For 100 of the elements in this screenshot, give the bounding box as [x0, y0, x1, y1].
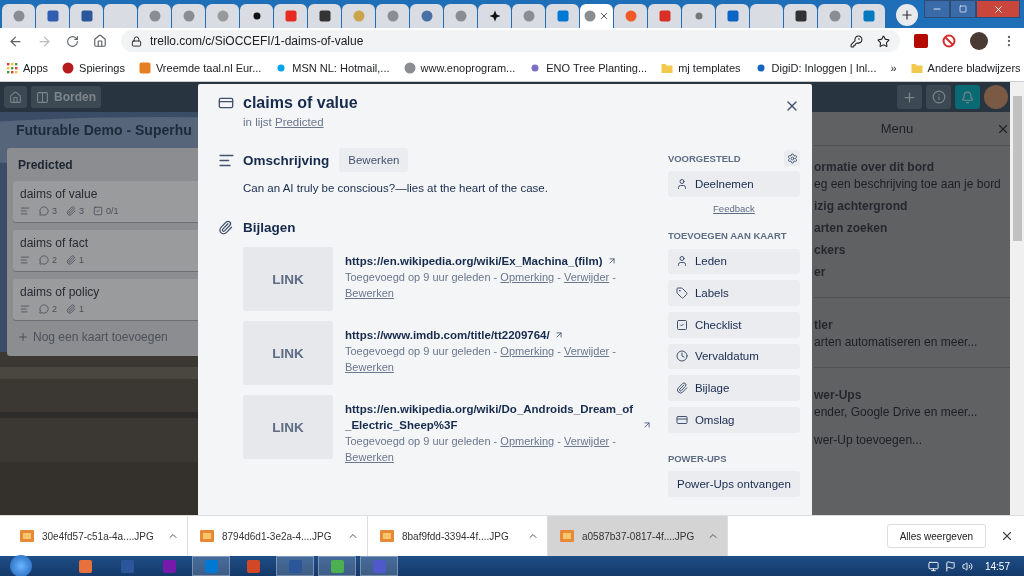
apps-grid-icon: [6, 61, 18, 74]
download-item[interactable]: a0587b37-0817-4f....JPG: [548, 515, 728, 557]
back-icon[interactable]: [8, 33, 23, 49]
info-button[interactable]: [926, 85, 951, 109]
external-link-icon[interactable]: [641, 420, 652, 430]
taskbar-app[interactable]: [318, 556, 356, 576]
attachment-action-link[interactable]: Opmerking: [500, 345, 555, 357]
taskbar-app[interactable]: [276, 556, 314, 576]
attachment-meta: Toegevoegd op 9 uur geleden - Opmerking - Verwijder - Bewerken: [345, 344, 617, 375]
close-icon[interactable]: [1000, 529, 1014, 543]
bookmark[interactable]: www.enoprogram...: [403, 61, 516, 74]
bookmark[interactable]: Vreemde taal.nl Eur...: [138, 61, 262, 74]
attachment-action-link[interactable]: Bewerken: [345, 287, 394, 299]
attachment-action-link[interactable]: Bewerken: [345, 451, 394, 463]
sidebar-button[interactable]: Checklist: [667, 311, 800, 338]
sidebar-heading: VOORGESTELD: [667, 152, 741, 164]
scrollbar[interactable]: [1010, 82, 1024, 515]
more-bookmarks[interactable]: »: [890, 61, 897, 74]
browser-tab[interactable]: [308, 4, 341, 28]
attachment-link[interactable]: https://en.wikipedia.org/wiki/Do_Androids_Dream_of_Electric_Sheep%3F: [345, 401, 638, 433]
show-all-button[interactable]: Alles weergeven: [886, 524, 986, 548]
attachments-badge: 3: [66, 206, 85, 216]
sidebar-button[interactable]: Bijlage: [667, 375, 800, 401]
attachment-action-link[interactable]: Verwijder: [563, 435, 610, 447]
address-field[interactable]: trello.com/c/SiOCCEFI/1-daims-of-value: [121, 30, 900, 52]
clock[interactable]: 14:57: [976, 560, 1024, 572]
bookmark[interactable]: DigiD: Inloggen | Inl...: [754, 61, 877, 74]
settings-icon[interactable]: [784, 150, 800, 166]
attachment-action-link[interactable]: Opmerking: [500, 271, 555, 283]
bookmark[interactable]: mj templates: [661, 61, 741, 74]
forward-icon[interactable]: [37, 33, 52, 49]
reload-icon[interactable]: [66, 34, 79, 48]
attachment-link[interactable]: https://www.imdb.com/title/tt2209764/: [345, 327, 550, 343]
taskbar-app[interactable]: [360, 556, 398, 576]
external-link-icon[interactable]: [606, 256, 617, 266]
home-icon[interactable]: [93, 34, 107, 48]
sidebar-button[interactable]: Vervaldatum: [667, 343, 800, 370]
bookmark[interactable]: Apps: [6, 61, 49, 74]
attachment-thumbnail[interactable]: LINK: [243, 247, 333, 311]
taskbar-app[interactable]: [192, 556, 230, 576]
attachment-action-link[interactable]: Verwijder: [563, 345, 610, 357]
close-icon: [992, 3, 1004, 15]
attachment-action-link[interactable]: Bewerken: [345, 361, 394, 373]
close-button[interactable]: [976, 0, 1020, 18]
bell-icon: [961, 90, 974, 104]
description-icon: [20, 255, 30, 265]
favicon-icon: [284, 10, 297, 22]
sidebar-button[interactable]: Power-Ups ontvangen: [667, 471, 800, 498]
bookmark[interactable]: MSN NL: Hotmail,...: [275, 61, 390, 74]
attachment-action-link[interactable]: Verwijder: [563, 271, 610, 283]
minimize-button[interactable]: [924, 0, 950, 18]
maximize-button[interactable]: [950, 0, 976, 18]
favicon-icon: [726, 10, 739, 22]
image-file-icon: [20, 530, 34, 542]
key-icon[interactable]: [850, 34, 863, 48]
bookmark-folder[interactable]: Andere bladwijzers: [910, 61, 1021, 74]
app-icon: [120, 559, 134, 573]
bookmark-star-icon[interactable]: [877, 34, 890, 48]
sidebar-button[interactable]: Labels: [667, 280, 800, 306]
browser-tab[interactable]: [784, 4, 817, 28]
volume-icon[interactable]: [961, 560, 973, 572]
sidebar-button[interactable]: Leden: [667, 248, 800, 275]
folder-icon: [910, 61, 923, 74]
external-link-icon[interactable]: [553, 330, 564, 340]
attachment-action-link[interactable]: Opmerking: [500, 435, 555, 447]
user-avatar[interactable]: [984, 85, 1008, 109]
close-icon[interactable]: [599, 11, 609, 21]
network-icon[interactable]: [927, 560, 939, 572]
sidebar-button[interactable]: Deelnemen: [667, 171, 800, 197]
new-tab-button[interactable]: [896, 4, 918, 26]
board-title: Futurable Demo - Superhu: [16, 122, 192, 138]
sidebar-heading: POWER-UPS: [667, 452, 727, 464]
paperclip-icon: [675, 382, 688, 395]
notifications-button[interactable]: [955, 85, 980, 109]
attachment-link[interactable]: https://en.wikipedia.org/wiki/Ex_Machina_(film): [345, 253, 603, 269]
home-button[interactable]: [4, 86, 27, 108]
board-icon: [36, 90, 49, 104]
sidebar-button[interactable]: Omslag: [667, 406, 800, 433]
bookmark[interactable]: Spierings: [62, 61, 125, 74]
folder-icon: [661, 61, 674, 74]
plus-icon: [900, 8, 914, 22]
plus-icon: [902, 89, 917, 105]
browser-tab[interactable]: [478, 4, 511, 28]
edit-button[interactable]: Bewerken: [339, 148, 409, 172]
browser-tab[interactable]: [240, 4, 273, 28]
attachment-thumbnail[interactable]: LINK: [243, 321, 333, 385]
tag-icon: [675, 287, 688, 300]
add-button[interactable]: [897, 85, 922, 109]
favicon-icon: [318, 10, 331, 22]
list-link[interactable]: Predicted: [274, 116, 324, 128]
favicon-icon: [46, 10, 59, 22]
card-icon: [675, 413, 688, 426]
block-extension-icon[interactable]: [942, 34, 956, 48]
profile-avatar[interactable]: [970, 32, 988, 50]
flag-icon[interactable]: [944, 560, 956, 572]
feedback-link[interactable]: Feedback: [713, 202, 755, 214]
attachment-thumbnail[interactable]: LINK: [243, 395, 333, 459]
favicon-icon: [138, 61, 151, 74]
bookmark[interactable]: ENO Tree Planting...: [529, 61, 648, 74]
start-button[interactable]: [10, 555, 32, 576]
